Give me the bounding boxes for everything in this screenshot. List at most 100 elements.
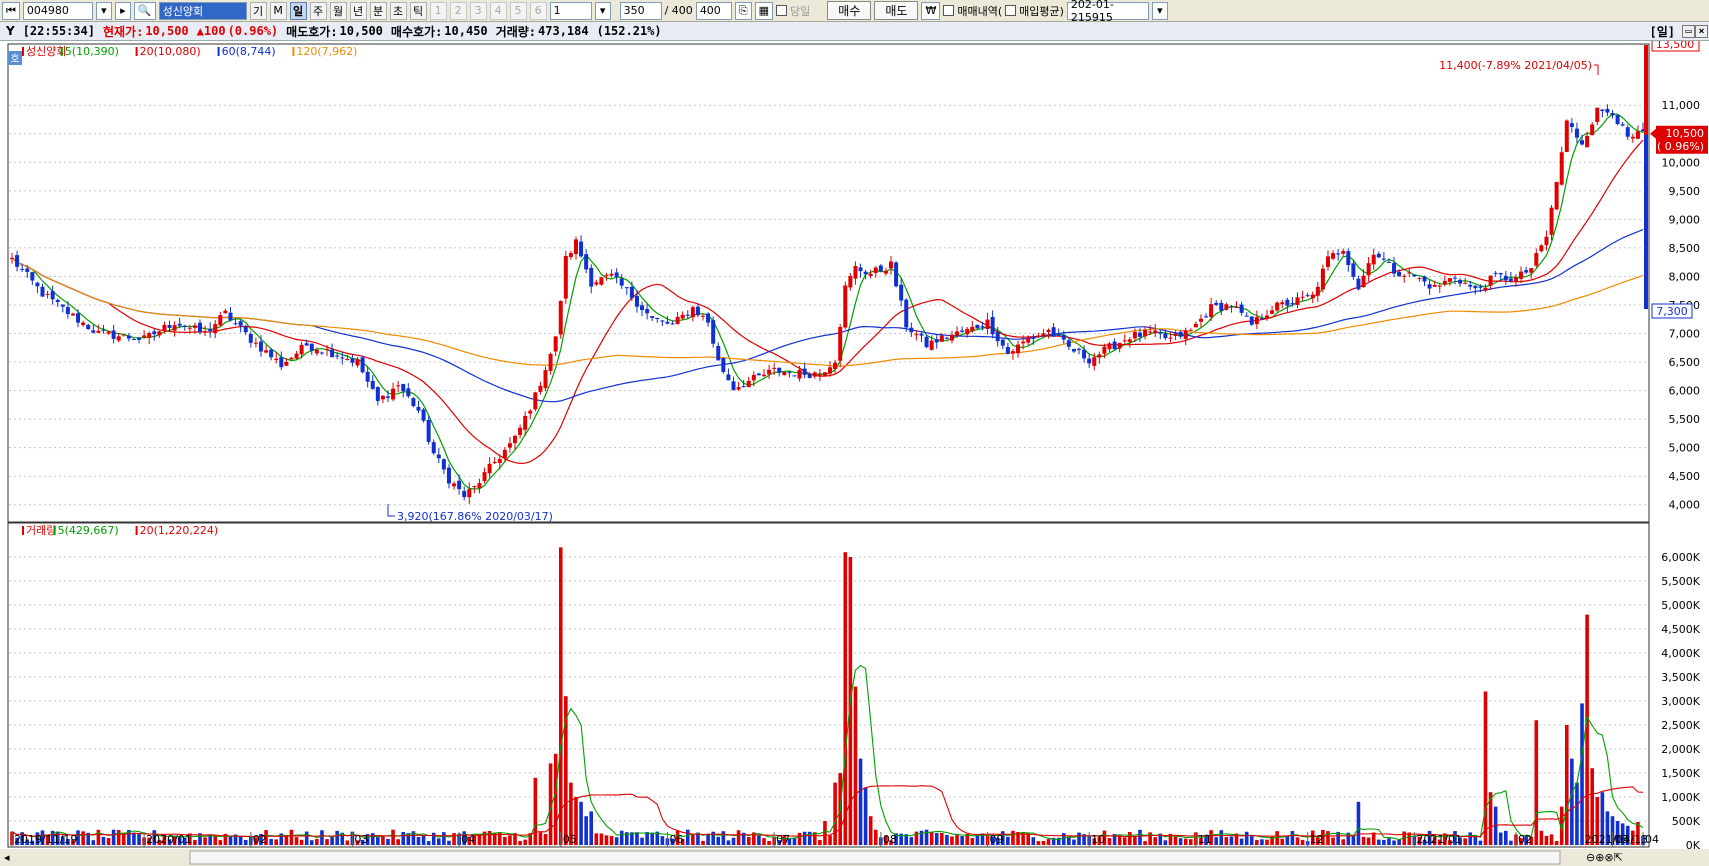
interval-4[interactable]: 4 [489, 1, 507, 20]
stock-code-input[interactable]: 004980 [22, 1, 93, 20]
filter-icon[interactable]: Y [6, 24, 15, 38]
volume-bar [1356, 801, 1361, 845]
candle-body [1295, 297, 1300, 305]
zoom-controls-icon[interactable]: ⊖⊕⊗⇱ [1586, 851, 1623, 864]
period-minute-tab[interactable]: 분 [369, 1, 387, 20]
account-select[interactable]: 202-01-215915 [1066, 0, 1149, 24]
scrollbar-thumb[interactable] [189, 850, 1561, 865]
won-icon[interactable]: ₩ [921, 1, 941, 20]
candle-body [446, 467, 451, 484]
stock-name-field[interactable]: 성신양회 [158, 1, 247, 20]
sell-button[interactable]: 매도 [874, 1, 919, 20]
candle-body [899, 284, 904, 301]
first-page-icon[interactable]: ⏮ [2, 1, 20, 20]
apply-icon[interactable]: ⎘ [734, 1, 752, 20]
candle-body [1275, 302, 1280, 311]
volume-bar [1239, 838, 1244, 845]
candle-body [340, 357, 345, 359]
dangil-checkbox[interactable] [776, 5, 788, 16]
volume-bar [579, 801, 583, 845]
dropdown-arrow-icon[interactable]: ▾ [594, 1, 611, 20]
calendar-icon[interactable]: ▦ [754, 1, 774, 20]
volume-bar [1128, 831, 1132, 845]
candle-body [1442, 280, 1447, 285]
period-day-tab[interactable]: 일 [289, 1, 307, 20]
interval-5[interactable]: 5 [509, 1, 527, 20]
price-tick-label: 9,500 [1669, 185, 1701, 198]
price-legend-label: 120(7,962) [296, 45, 357, 58]
price-tick-label: 4,000 [1669, 499, 1701, 512]
count-box[interactable]: 400 [695, 1, 732, 20]
candle-body [909, 327, 914, 333]
candle-body [1143, 330, 1148, 337]
candle-body [1016, 344, 1021, 354]
volume-bar [1061, 833, 1066, 845]
volume-bar [274, 839, 279, 845]
volume-legend-label: 5(429,667) [58, 524, 119, 537]
period-second-tab[interactable]: 초 [389, 1, 407, 20]
volume-bar [1331, 837, 1335, 845]
volume-bar [802, 831, 807, 845]
candle-body [741, 386, 746, 388]
scroll-left-icon[interactable]: ◂ [4, 851, 10, 864]
buy-button[interactable]: 매수 [827, 1, 872, 20]
search-icon[interactable]: 🔍 [133, 1, 156, 20]
high-price-annotation: 11,400(-7.89% 2021/04/05) [1439, 59, 1592, 72]
next-arrow-icon[interactable]: ▸ [114, 1, 131, 20]
volume-bar [909, 837, 914, 845]
dropdown-arrow-icon[interactable]: ▾ [1151, 1, 1168, 20]
restore-icon[interactable]: ▭ [1682, 25, 1695, 38]
volume-tick-label: 2,000K [1661, 743, 1700, 756]
candle-body [1198, 318, 1203, 322]
avg-price-checkbox[interactable] [1005, 5, 1017, 16]
volume-bar [853, 686, 858, 845]
volume-bar [238, 836, 243, 845]
period-m[interactable]: M [269, 1, 287, 20]
stock-chart[interactable]: 4,0004,5005,0005,5006,0006,5007,0007,500… [0, 41, 1709, 866]
candle-body [1127, 339, 1132, 342]
interval-6[interactable]: 6 [529, 1, 547, 20]
candle-body [761, 374, 766, 377]
candle-body [304, 343, 309, 346]
volume-label: 거래량: [495, 24, 537, 39]
dropdown-arrow-icon[interactable]: ▾ [95, 1, 112, 20]
count-input[interactable]: 350 [619, 1, 662, 20]
candle-body [1615, 115, 1620, 125]
candle-body [1010, 351, 1015, 354]
volume-bar [1554, 841, 1559, 845]
volume-bar [609, 835, 614, 845]
candle-body [533, 392, 538, 410]
period-month-tab[interactable]: 월 [329, 1, 347, 20]
price-tick-label: 6,500 [1669, 356, 1701, 369]
candle-body [416, 406, 421, 411]
candle [904, 298, 909, 332]
candle-body [279, 357, 284, 368]
candle-body [487, 463, 492, 474]
candle [1554, 181, 1559, 210]
candle-body [1188, 329, 1193, 331]
period-ki[interactable]: 기 [249, 1, 267, 20]
volume-bar [1280, 838, 1285, 845]
close-icon[interactable]: × [1695, 25, 1708, 38]
volume-bar [650, 832, 655, 845]
interval-3[interactable]: 3 [469, 1, 487, 20]
candle-body [828, 367, 833, 374]
period-tick-tab[interactable]: 틱 [409, 1, 427, 20]
candle-body [325, 349, 330, 351]
interval-2[interactable]: 2 [449, 1, 467, 20]
interval-select[interactable]: 1 [549, 1, 592, 20]
price-legend-label: 20(10,080) [140, 45, 201, 58]
candle-body [787, 372, 792, 374]
range-max-label: 13,500 [1656, 41, 1695, 51]
volume-bar [508, 835, 512, 845]
candle-body [1097, 354, 1102, 358]
interval-1[interactable]: 1 [429, 1, 447, 20]
period-year-tab[interactable]: 년 [349, 1, 367, 20]
trade-history-checkbox[interactable] [943, 5, 955, 16]
date-tick-label: 2021/01 [1416, 833, 1462, 846]
period-week-tab[interactable]: 주 [309, 1, 327, 20]
candle-body [721, 357, 726, 372]
candle-body [873, 267, 878, 273]
price-change: ▲100 [196, 24, 226, 38]
volume-bar [284, 835, 289, 845]
